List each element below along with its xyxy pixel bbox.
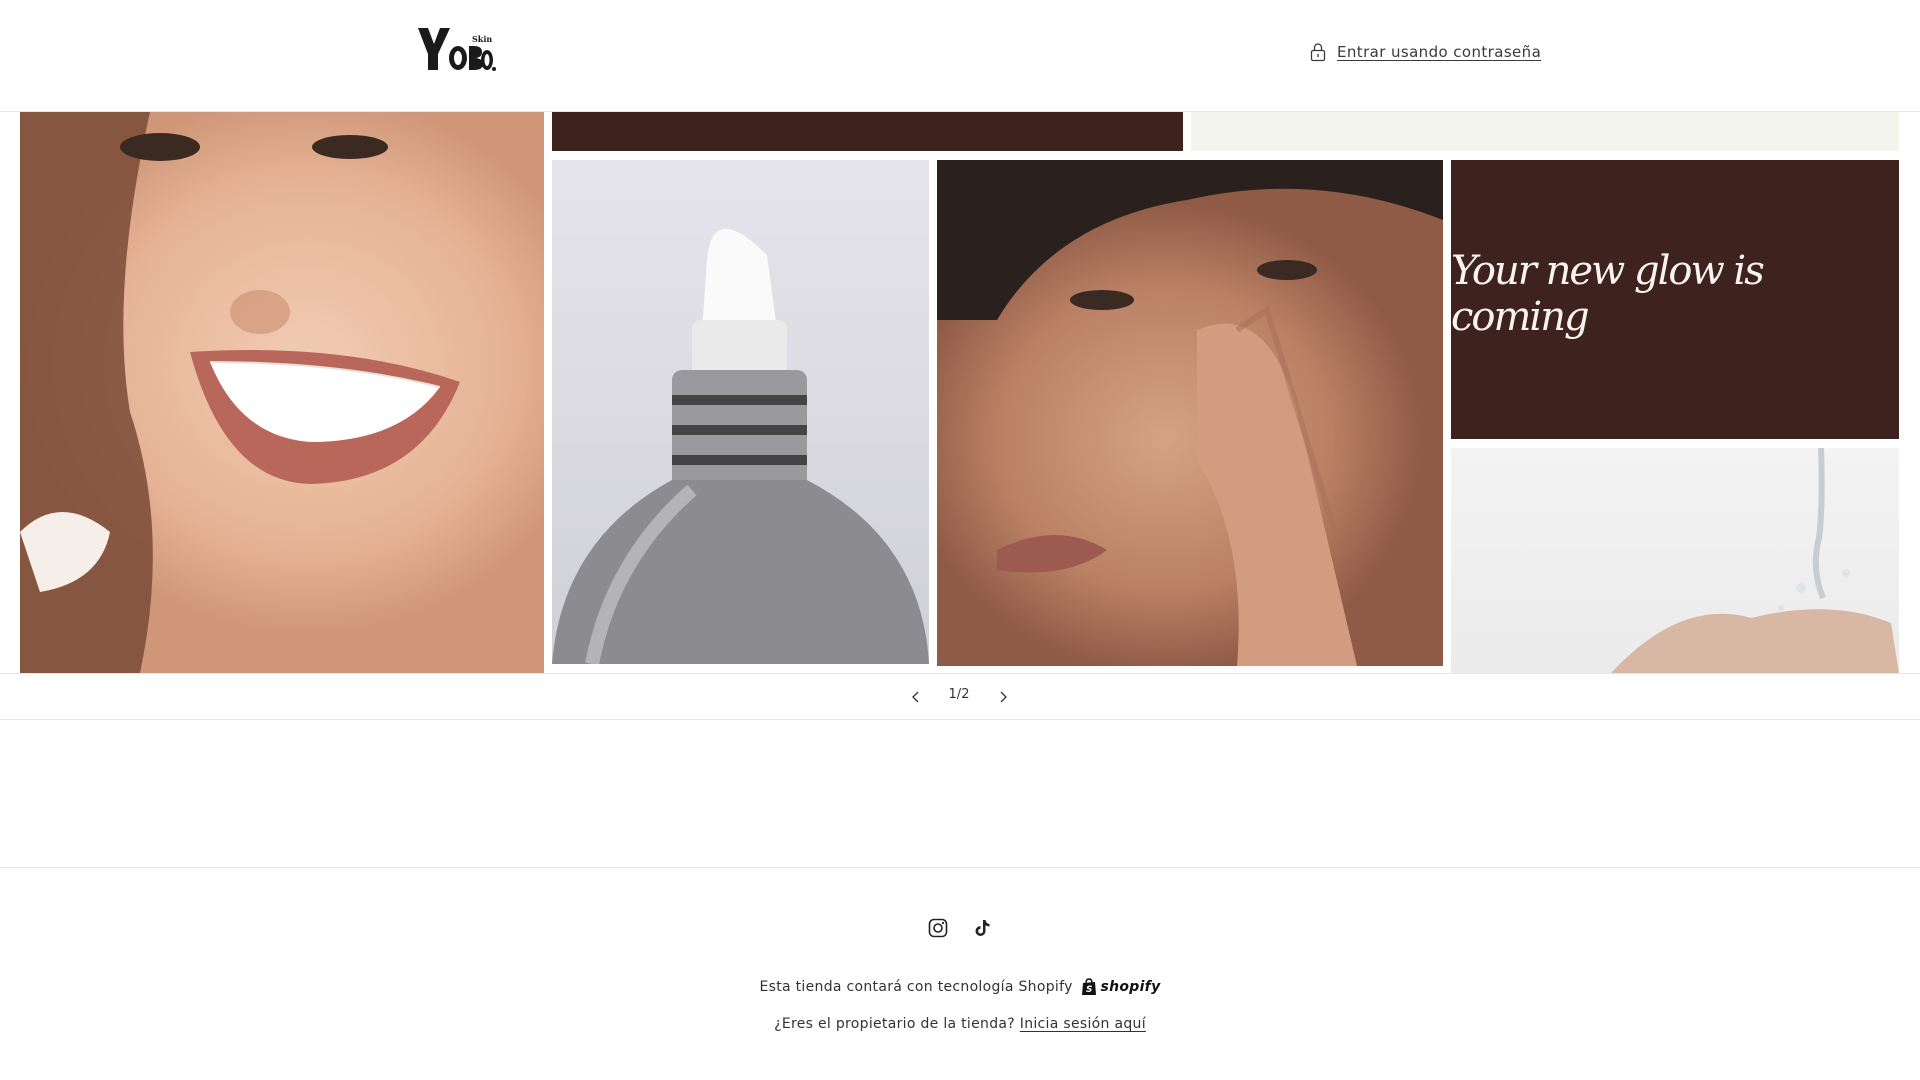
logo-small-text: Skin [472, 34, 492, 44]
smiling-woman-image [20, 112, 544, 673]
chevron-right-icon [1000, 691, 1007, 703]
previous-slide-button[interactable] [901, 682, 931, 712]
shopify-logo[interactable]: S shopify [1081, 978, 1160, 996]
brown-tile-top [552, 112, 1183, 151]
image-slideshow: Your new glow is coming [0, 112, 1920, 673]
man-touching-face-image [937, 160, 1443, 666]
owner-login-link[interactable]: Inicia sesión aquí [1020, 1016, 1146, 1032]
hands-washing-image [1451, 448, 1899, 673]
shopify-bag-icon: S [1082, 978, 1097, 995]
svg-text:S: S [1086, 985, 1093, 995]
slide-counter: 1/2 [948, 687, 970, 702]
instagram-icon[interactable] [927, 917, 949, 939]
password-login-link[interactable]: Entrar usando contraseña [1309, 42, 1541, 62]
tiktok-icon[interactable] [971, 917, 993, 939]
brand-logo[interactable]: Skin [416, 24, 496, 74]
shopify-wordmark: shopify [1100, 979, 1161, 995]
chevron-left-icon [912, 691, 919, 703]
footer-divider [0, 867, 1920, 868]
powered-by-shopify: Esta tienda contará con tecnología Shopi… [0, 978, 1920, 996]
glow-announcement-tile: Your new glow is coming [1451, 160, 1899, 439]
cream-tile-top [1191, 112, 1899, 151]
store-owner-line: ¿Eres el propietario de la tienda? Inici… [0, 1016, 1920, 1032]
owner-question: ¿Eres el propietario de la tienda? [774, 1016, 1015, 1032]
cream-tube-image [552, 160, 929, 664]
site-header: Skin Entrar usando contraseña [0, 0, 1920, 112]
lock-icon [1310, 43, 1326, 62]
slideshow-controls: 1/2 [0, 673, 1920, 720]
next-slide-button[interactable] [988, 682, 1018, 712]
password-login-label: Entrar usando contraseña [1337, 43, 1542, 61]
glow-tagline: Your new glow is coming [1451, 247, 1765, 340]
powered-by-text: Esta tienda contará con tecnología Shopi… [759, 979, 1073, 995]
social-links [927, 917, 993, 939]
